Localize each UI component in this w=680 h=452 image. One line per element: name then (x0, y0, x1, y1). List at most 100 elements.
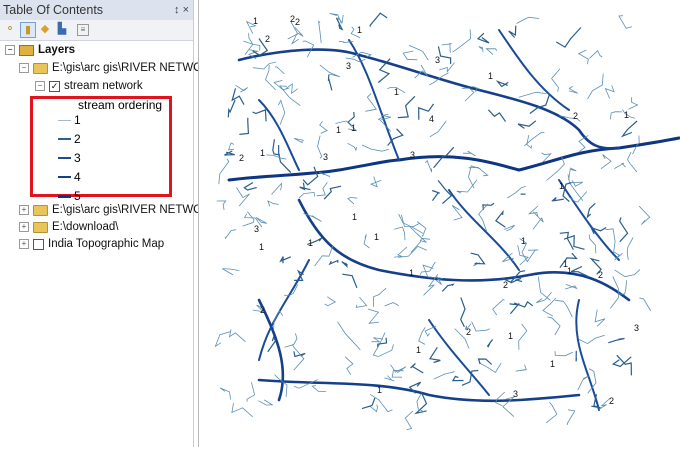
stream-order-label: 1 (488, 71, 493, 81)
stream-order-label: 1 (336, 125, 341, 135)
stream-order-1 (639, 206, 650, 224)
options-icon[interactable]: ≡ (77, 24, 89, 36)
stream-order-label: 1 (550, 359, 555, 369)
stream-order-1 (368, 309, 379, 323)
legend-label: 1 (74, 113, 81, 127)
india-topographic-map-layer[interactable]: + India Topographic Map (19, 238, 164, 250)
stream-order-1 (579, 50, 589, 64)
stream-order-1 (285, 333, 297, 347)
stream-order-5 (399, 138, 679, 170)
expand-icon[interactable]: + (19, 222, 29, 232)
stream-order-1 (623, 121, 638, 136)
stream-order-1 (364, 234, 369, 248)
stream-order-1 (348, 197, 357, 204)
legend-class-2[interactable]: 2 (58, 132, 81, 146)
stream-order-1 (320, 121, 327, 133)
stream-order-label: 2 (466, 327, 471, 337)
stream-order-1 (628, 152, 637, 172)
stream-order-1 (442, 284, 453, 291)
stream-order-1 (504, 225, 514, 231)
expand-icon[interactable]: + (19, 239, 29, 249)
stream-order-1 (232, 403, 253, 417)
stream-order-1 (425, 161, 431, 172)
stream-order-1 (610, 112, 622, 120)
stream-order-label: 1 (352, 212, 357, 222)
stream-order-1 (496, 392, 505, 406)
stream-order-1 (384, 376, 394, 381)
group-layer-2[interactable]: + E:\gis\arc gis\RIVER NETWO (19, 204, 202, 216)
legend-class-5[interactable]: 5 (58, 189, 81, 203)
group-layer-1[interactable]: − E:\gis\arc gis\RIVER NETWO (19, 62, 202, 74)
stream-order-4 (299, 200, 629, 300)
stream-order-1 (543, 298, 556, 316)
stream-order-1 (215, 332, 230, 347)
stream-order-1 (479, 359, 492, 364)
stream-order-1 (330, 261, 338, 265)
panel-title-bar: Table Of Contents ↕ × (0, 0, 193, 20)
stream-order-1 (256, 218, 267, 224)
stream-order-1 (222, 269, 239, 275)
stream-order-1 (498, 82, 509, 87)
stream-order-1 (510, 304, 520, 314)
stream-order-label: 1 (409, 268, 414, 278)
stream-order-1 (219, 159, 229, 184)
legend-class-4[interactable]: 4 (58, 170, 81, 184)
stream-order-1 (588, 74, 604, 99)
pin-icon[interactable]: ↕ (174, 4, 180, 16)
stream-network-layer[interactable]: − ✓ stream network (35, 80, 143, 92)
collapse-icon[interactable]: − (19, 63, 29, 73)
stream-order-label: 2 (573, 111, 578, 121)
stream-order-1 (362, 145, 389, 151)
list-by-visibility-icon[interactable]: ◆ (38, 22, 52, 36)
stream-order-1 (317, 182, 328, 196)
stream-order-label: 1 (377, 385, 382, 395)
stream-order-1 (533, 212, 543, 229)
stream-order-1 (595, 310, 605, 327)
collapse-icon[interactable]: − (5, 45, 15, 55)
line-symbol-icon (58, 120, 71, 121)
stream-order-1 (614, 163, 625, 168)
stream-order-1 (463, 151, 476, 156)
stream-order-1 (224, 151, 234, 155)
stream-order-1 (330, 13, 342, 23)
visibility-checkbox[interactable] (33, 239, 44, 250)
stream-order-label: 2 (260, 305, 265, 315)
layers-node[interactable]: − Layers (5, 44, 75, 56)
stream-order-label: 3 (435, 55, 440, 65)
stream-order-label: 1 (508, 331, 513, 341)
legend-class-3[interactable]: 3 (58, 151, 81, 165)
list-by-source-icon[interactable]: ▮ (20, 22, 36, 38)
list-by-selection-icon[interactable]: ▙ (55, 22, 69, 36)
stream-order-label: 1 (567, 266, 572, 276)
folder-icon (33, 63, 48, 74)
stream-order-1 (528, 250, 539, 262)
stream-order-1 (398, 246, 427, 257)
stream-order-1 (429, 73, 448, 85)
stream-order-1 (362, 398, 375, 409)
stream-order-1 (555, 300, 572, 317)
group-layer-download[interactable]: + E:\download\ (19, 221, 119, 233)
close-icon[interactable]: × (183, 4, 189, 16)
stream-order-label: 3 (410, 150, 415, 160)
stream-order-3 (259, 30, 619, 410)
stream-order-1 (483, 203, 494, 210)
stream-order-1 (461, 297, 465, 326)
stream-order-label: 2 (609, 396, 614, 406)
stream-order-1 (517, 17, 540, 23)
stream-order-1 (560, 232, 574, 249)
stream-order-label: 3 (254, 224, 259, 234)
stream-order-1 (294, 138, 304, 142)
stream-order-1 (639, 298, 651, 311)
stream-order-1 (479, 363, 501, 373)
map-view[interactable]: 212111123141231123311212311132111211321 (198, 0, 680, 447)
stream-order-1 (620, 218, 628, 242)
visibility-checkbox[interactable]: ✓ (49, 81, 60, 92)
stream-order-label: 4 (429, 114, 434, 124)
legend-class-1[interactable]: 1 (58, 113, 81, 127)
collapse-icon[interactable]: − (35, 81, 45, 91)
list-by-drawing-order-icon[interactable]: ⚬ (3, 22, 17, 36)
stream-order-1 (320, 65, 340, 77)
stream-order-1 (538, 277, 550, 301)
expand-icon[interactable]: + (19, 205, 29, 215)
stream-order-label: 1 (259, 242, 264, 252)
